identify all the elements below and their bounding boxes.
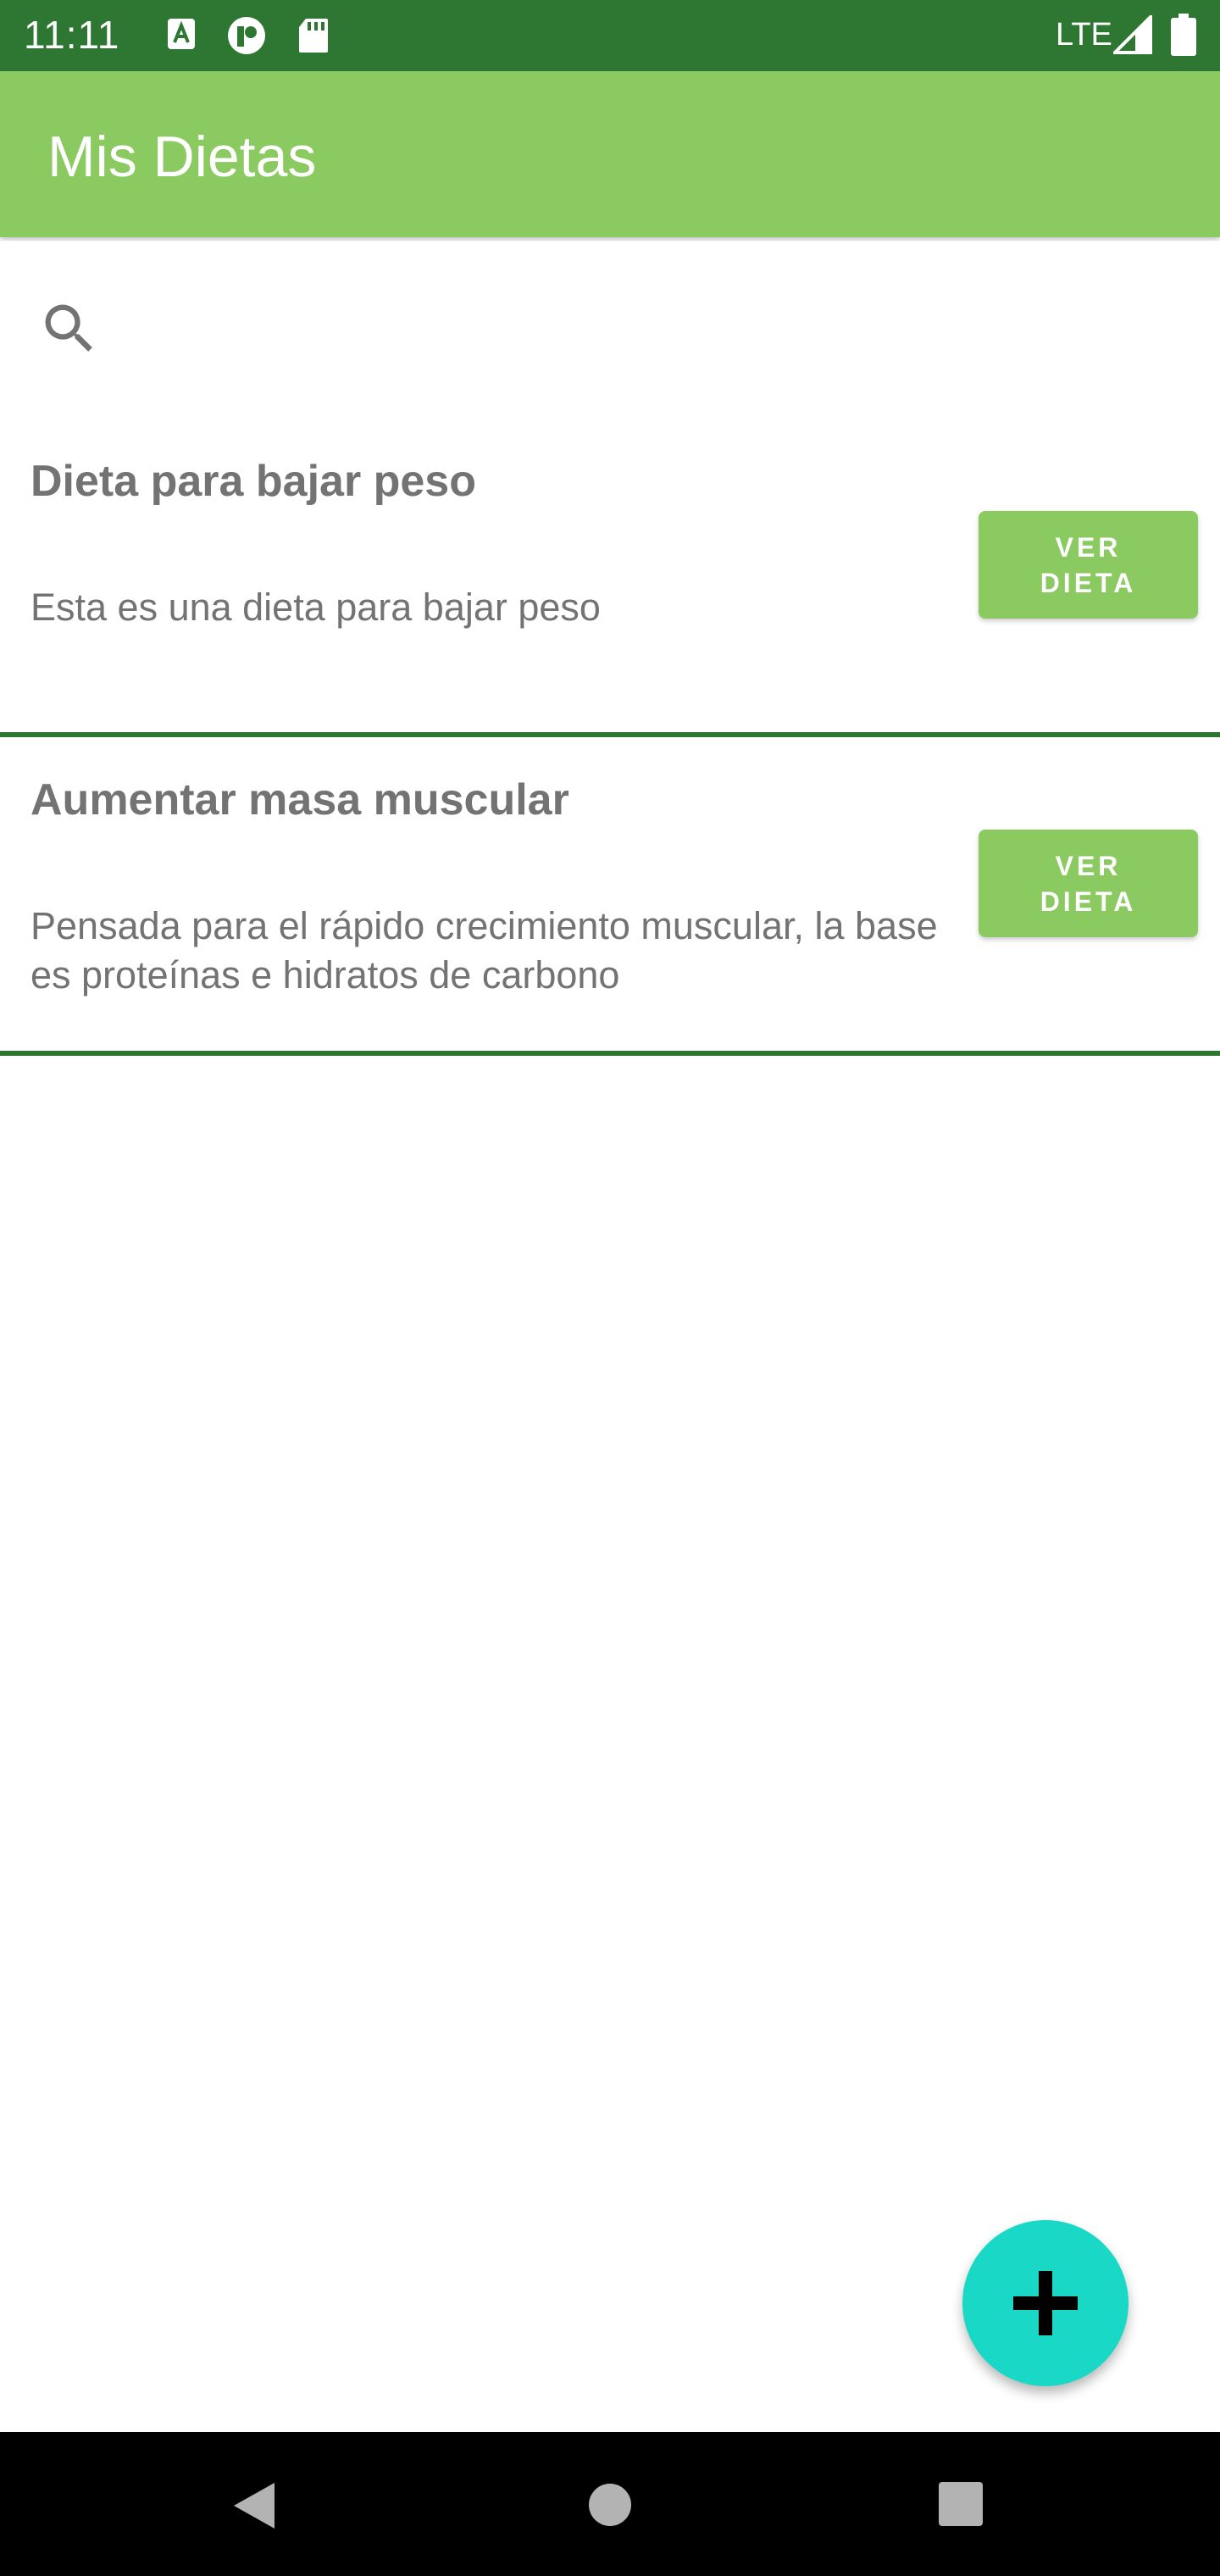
diet-card: Aumentar masa muscular Pensada para el r… <box>0 737 1220 1056</box>
app-bar: Mis Dietas <box>0 71 1220 237</box>
search-icon[interactable] <box>37 297 102 361</box>
ver-dieta-label: VER DIETA <box>1040 531 1137 598</box>
diet-card: Dieta para bajar peso Esta es una dieta … <box>0 419 1220 737</box>
p-notification-icon <box>228 17 265 54</box>
signal-icon <box>1113 15 1152 54</box>
diet-description: Pensada para el rápido crecimiento muscu… <box>30 904 938 997</box>
plus-icon <box>1013 2271 1078 2335</box>
add-diet-button[interactable] <box>962 2220 1128 2386</box>
home-icon[interactable] <box>588 2483 632 2527</box>
app-title: Mis Dietas <box>47 125 317 189</box>
navigation-bar <box>0 2432 1220 2576</box>
status-bar: 11:11 LTE <box>0 0 1220 71</box>
diet-title: Dieta para bajar peso <box>30 457 476 506</box>
a-notification-icon <box>168 19 195 49</box>
battery-icon <box>1171 14 1196 56</box>
ver-dieta-button[interactable]: VER DIETA <box>979 511 1198 619</box>
sd-card-icon <box>299 19 328 53</box>
network-type: LTE <box>1056 17 1112 53</box>
status-time: 11:11 <box>24 13 120 57</box>
recents-icon[interactable] <box>938 2481 984 2527</box>
ver-dieta-button[interactable]: VER DIETA <box>979 830 1198 937</box>
back-icon[interactable] <box>232 2481 276 2530</box>
diet-title: Aumentar masa muscular <box>30 775 569 824</box>
search-bar[interactable] <box>0 241 1220 419</box>
diet-description: Esta es una dieta para bajar peso <box>30 586 601 629</box>
ver-dieta-label: VER DIETA <box>1040 850 1137 917</box>
